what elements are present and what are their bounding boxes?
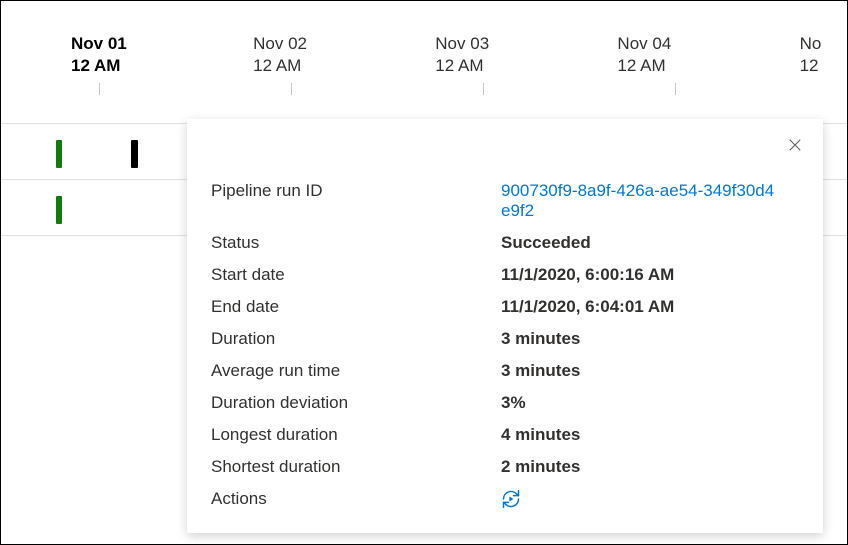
date-time: 12 AM xyxy=(435,56,483,75)
row-end: End date 11/1/2020, 6:04:01 AM xyxy=(211,291,799,323)
row-actions: Actions xyxy=(211,483,799,515)
date-time: 12 xyxy=(800,56,819,75)
tick-mark xyxy=(99,83,100,95)
date-time: 12 AM xyxy=(71,56,120,75)
run-bar-selected[interactable] xyxy=(131,140,138,168)
timeline-header: Nov 01 12 AM Nov 02 12 AM Nov 03 12 AM N… xyxy=(1,1,847,77)
link-run-id[interactable]: 900730f9-8a9f-426a-ae54-349f30d4e9f2 xyxy=(501,181,781,221)
row-start: Start date 11/1/2020, 6:00:16 AM xyxy=(211,259,799,291)
tick-mark xyxy=(675,83,676,95)
value-duration: 3 minutes xyxy=(501,329,580,349)
date-day: Nov 02 xyxy=(253,34,307,53)
date-label: No 12 xyxy=(800,33,847,77)
date-day: Nov 01 xyxy=(71,34,127,53)
label-end: End date xyxy=(211,297,501,317)
date-day: Nov 04 xyxy=(617,34,671,53)
row-status: Status Succeeded xyxy=(211,227,799,259)
rerun-button[interactable] xyxy=(501,489,521,509)
value-deviation: 3% xyxy=(501,393,526,413)
tick-mark xyxy=(483,83,484,95)
label-run-id: Pipeline run ID xyxy=(211,181,501,201)
label-actions: Actions xyxy=(211,489,501,509)
date-label: Nov 02 12 AM xyxy=(253,33,435,77)
date-day: Nov 03 xyxy=(435,34,489,53)
row-run-id: Pipeline run ID 900730f9-8a9f-426a-ae54-… xyxy=(211,175,799,227)
date-time: 12 AM xyxy=(617,56,665,75)
value-avg: 3 minutes xyxy=(501,361,580,381)
run-bar[interactable] xyxy=(56,196,62,224)
label-deviation: Duration deviation xyxy=(211,393,501,413)
label-longest: Longest duration xyxy=(211,425,501,445)
label-shortest: Shortest duration xyxy=(211,457,501,477)
value-status: Succeeded xyxy=(501,233,591,253)
row-longest: Longest duration 4 minutes xyxy=(211,419,799,451)
label-start: Start date xyxy=(211,265,501,285)
date-label: Nov 01 12 AM xyxy=(71,33,253,77)
label-avg: Average run time xyxy=(211,361,501,381)
row-avg: Average run time 3 minutes xyxy=(211,355,799,387)
row-shortest: Shortest duration 2 minutes xyxy=(211,451,799,483)
tick-row xyxy=(1,83,847,123)
date-time: 12 AM xyxy=(253,56,301,75)
label-duration: Duration xyxy=(211,329,501,349)
date-label: Nov 03 12 AM xyxy=(435,33,617,77)
tick-mark xyxy=(291,83,292,95)
label-status: Status xyxy=(211,233,501,253)
close-button[interactable] xyxy=(783,133,807,157)
row-duration: Duration 3 minutes xyxy=(211,323,799,355)
run-detail-panel: Pipeline run ID 900730f9-8a9f-426a-ae54-… xyxy=(187,119,823,533)
close-icon xyxy=(788,138,802,152)
value-end: 11/1/2020, 6:04:01 AM xyxy=(501,297,674,317)
value-longest: 4 minutes xyxy=(501,425,580,445)
date-label: Nov 04 12 AM xyxy=(617,33,799,77)
value-start: 11/1/2020, 6:00:16 AM xyxy=(501,265,674,285)
value-shortest: 2 minutes xyxy=(501,457,580,477)
date-day: No xyxy=(800,34,822,53)
rerun-icon xyxy=(501,489,521,509)
row-deviation: Duration deviation 3% xyxy=(211,387,799,419)
run-bar[interactable] xyxy=(56,140,62,168)
